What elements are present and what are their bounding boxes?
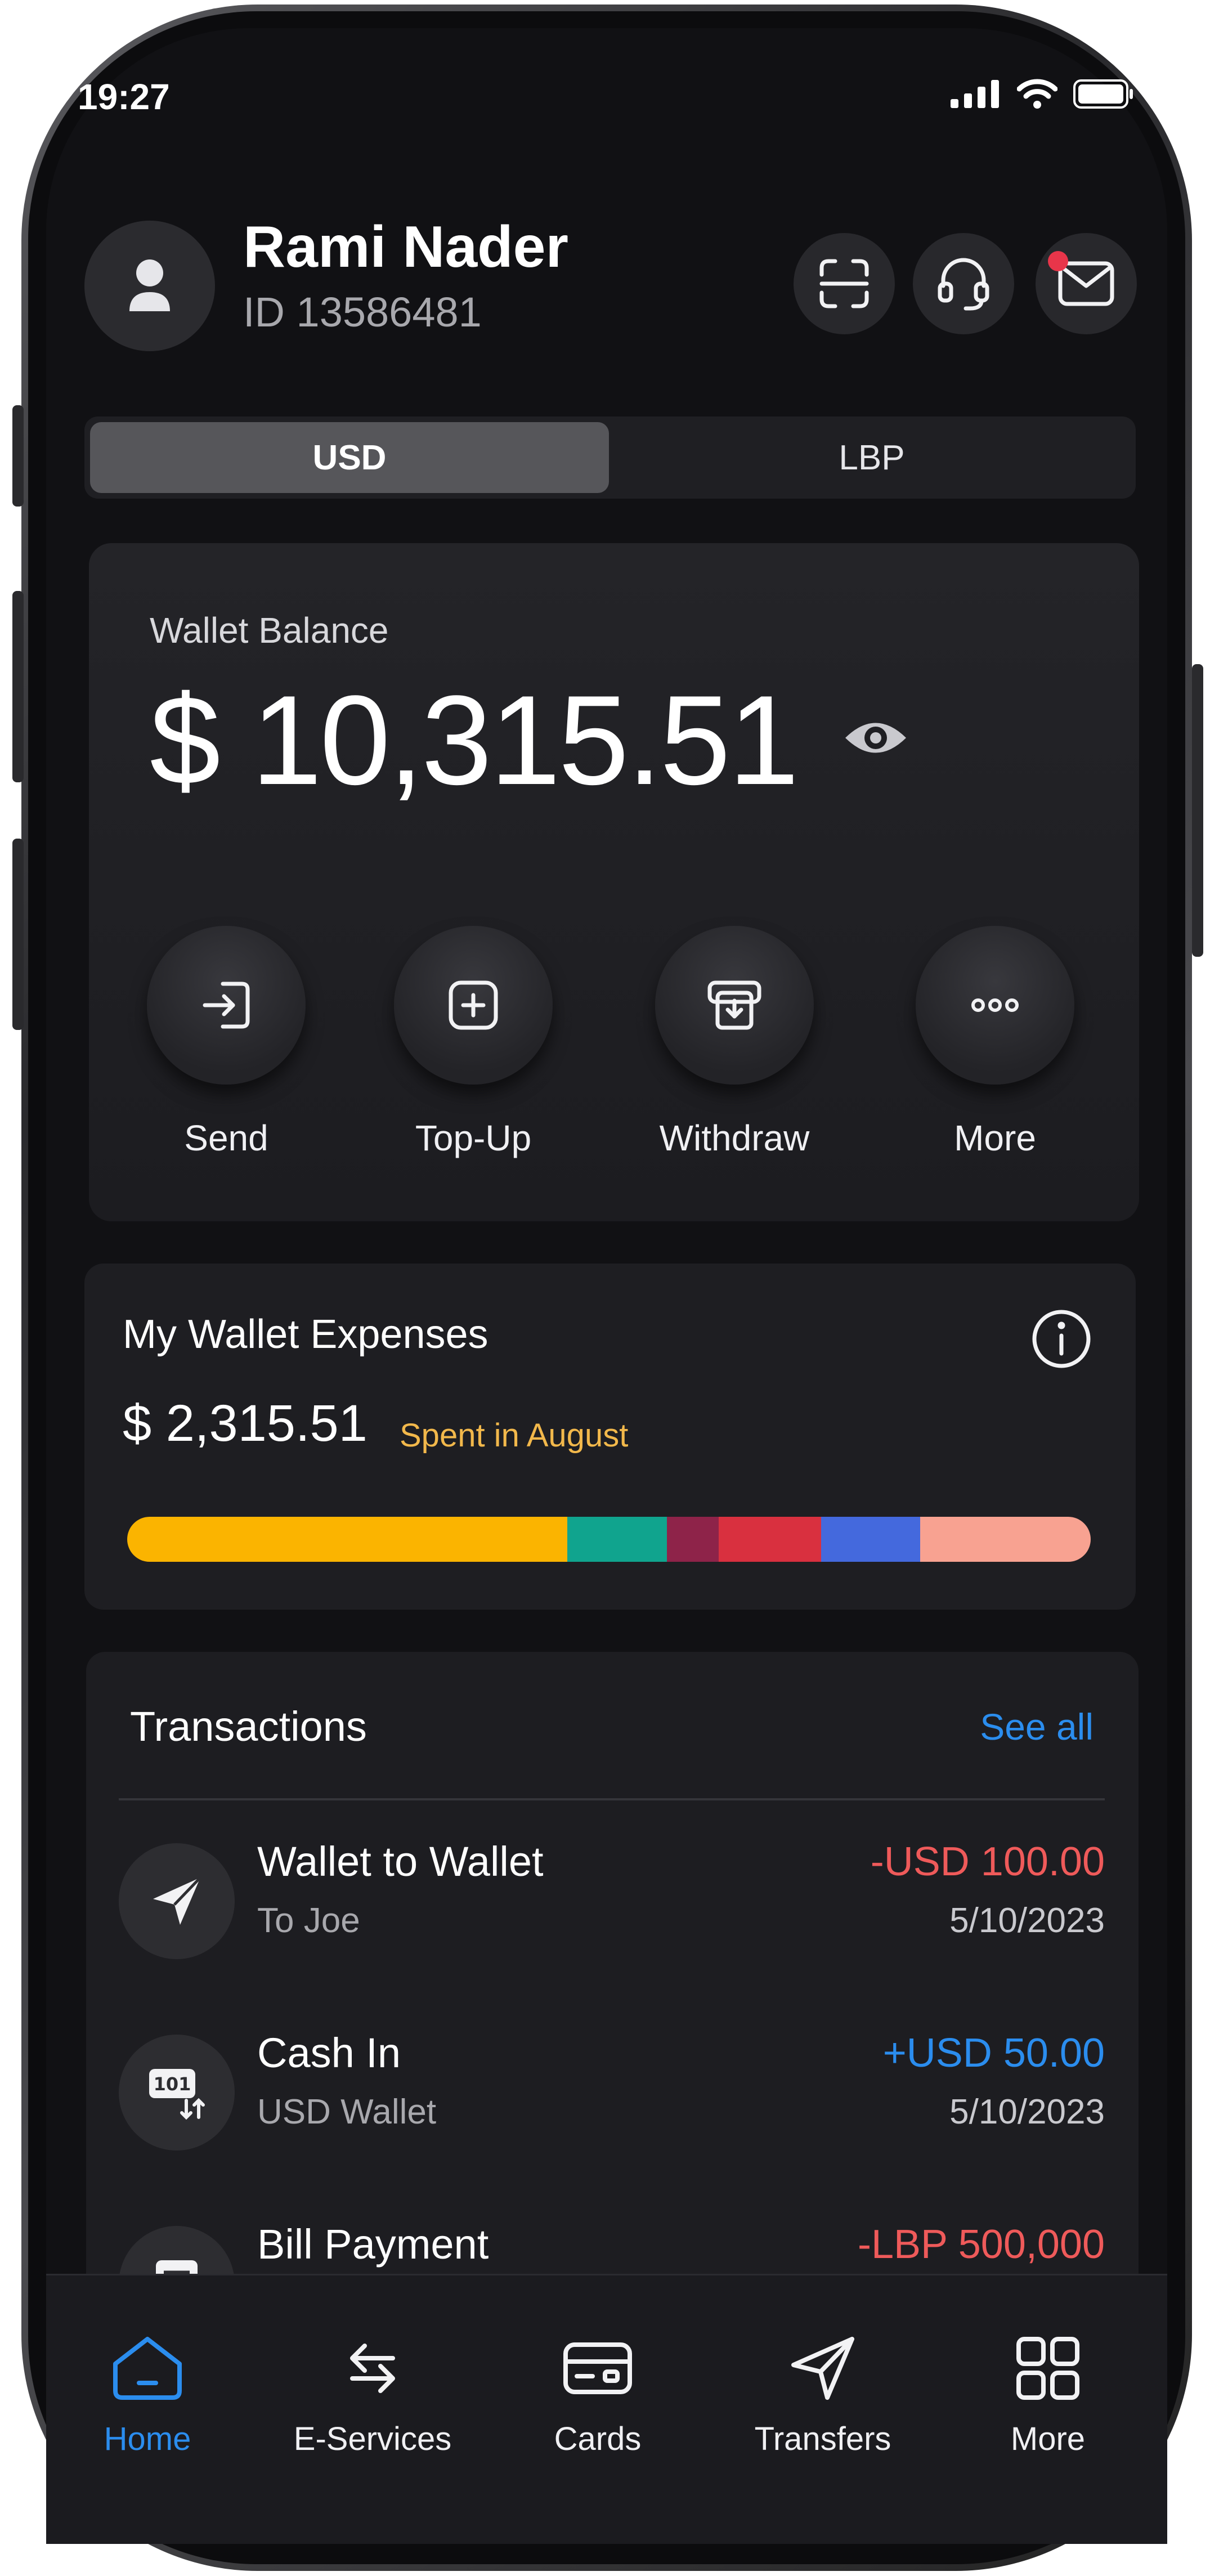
transaction-amount: -LBP 500,000 <box>857 2222 1105 2267</box>
svg-text:101: 101 <box>154 2073 191 2095</box>
transaction-date: 5/10/2023 <box>949 1901 1105 1940</box>
headset-icon <box>938 258 989 311</box>
nav-more[interactable]: More <box>941 2329 1155 2458</box>
avatar[interactable] <box>84 221 215 351</box>
nav-cards[interactable]: Cards <box>491 2329 705 2458</box>
eye-icon <box>845 723 906 753</box>
transaction-date: 5/10/2023 <box>949 2093 1105 2131</box>
nav-cards-label: Cards <box>554 2421 642 2457</box>
wallet-balance-amount: $ 10,315.51 <box>150 669 799 811</box>
nav-cards-icon-wrap <box>558 2329 637 2408</box>
transaction-icon <box>119 1843 235 1959</box>
scan-icon <box>819 259 869 308</box>
see-all-link[interactable]: See all <box>980 1705 1094 1748</box>
status-icons <box>951 79 1134 109</box>
topup-action[interactable]: Top-Up <box>372 926 575 1159</box>
transaction-amount: +USD 50.00 <box>882 2031 1105 2076</box>
nav-home[interactable]: Home <box>41 2329 254 2458</box>
phone-side-button <box>12 839 24 1030</box>
nav-transfers-icon-wrap <box>783 2329 862 2408</box>
nav-home-label: Home <box>104 2421 191 2457</box>
expense-segment <box>719 1517 821 1562</box>
expense-segment <box>127 1517 568 1562</box>
phone-side-button <box>12 405 24 507</box>
transaction-subtitle: USD Wallet <box>257 2093 437 2131</box>
toggle-balance-visibility[interactable] <box>843 705 908 770</box>
bottom-navigation: Home E-Services Cards Transfers More <box>46 2274 1167 2544</box>
topup-button[interactable] <box>394 926 553 1085</box>
withdraw-label: Withdraw <box>659 1118 810 1158</box>
scan-button[interactable] <box>794 233 895 334</box>
transactions-title: Transactions <box>130 1703 367 1750</box>
more-label: More <box>954 1118 1036 1158</box>
battery-icon <box>1073 79 1133 109</box>
more-action[interactable]: More <box>894 926 1096 1159</box>
tab-lbp[interactable]: LBP <box>613 422 1130 493</box>
tab-usd[interactable]: USD <box>90 422 609 493</box>
expenses-breakdown-bar <box>127 1517 1091 1562</box>
transaction-subtitle: To Joe <box>257 1901 360 1940</box>
wifi-icon <box>1017 79 1057 109</box>
user-name: Rami Nader <box>243 214 568 280</box>
support-button[interactable] <box>913 233 1014 334</box>
phone-side-button <box>12 591 24 782</box>
nav-eservices[interactable]: E-Services <box>266 2329 479 2458</box>
signal-icon <box>951 80 999 108</box>
paper-plane-icon <box>791 2337 854 2400</box>
transaction-amount: -USD 100.00 <box>870 1839 1105 1884</box>
info-icon[interactable] <box>1031 1309 1092 1369</box>
nav-more-label: More <box>1010 2421 1086 2457</box>
phone-side-button <box>1192 664 1203 957</box>
notification-badge <box>1048 251 1068 271</box>
nav-transfers[interactable]: Transfers <box>716 2329 930 2458</box>
user-icon <box>129 259 170 311</box>
transaction-row[interactable]: Wallet to Wallet To Joe -USD 100.00 5/10… <box>119 1826 1105 1959</box>
user-id: ID 13586481 <box>243 289 482 335</box>
wallet-expenses-card[interactable]: My Wallet Expenses $ 2,315.51 Spent in A… <box>84 1264 1136 1610</box>
expense-segment <box>567 1517 667 1562</box>
home-icon <box>113 2337 182 2400</box>
more-dots-icon <box>971 998 1019 1012</box>
cash-in-icon: 101 <box>149 2069 205 2120</box>
exchange-arrows-icon <box>350 2344 395 2393</box>
messages-button[interactable] <box>1036 233 1137 334</box>
transaction-icon: 101 <box>119 2035 235 2151</box>
transaction-name: Cash In <box>257 2030 401 2076</box>
withdraw-action[interactable]: Withdraw <box>633 926 836 1159</box>
atm-withdraw-icon <box>707 980 761 1030</box>
card-icon <box>563 2342 632 2394</box>
send-in-icon <box>203 982 250 1029</box>
divider <box>119 1798 1105 1800</box>
plus-square-icon <box>449 980 498 1030</box>
send-label: Send <box>184 1118 268 1158</box>
currency-toggle: USD LBP <box>84 416 1136 499</box>
expense-segment <box>821 1517 920 1562</box>
nav-eservices-label: E-Services <box>293 2421 452 2457</box>
expenses-title: My Wallet Expenses <box>123 1312 489 1357</box>
grid-icon <box>1016 2337 1079 2400</box>
expenses-amount: $ 2,315.51 <box>123 1395 368 1452</box>
withdraw-button[interactable] <box>655 926 814 1085</box>
paper-plane-icon <box>153 1876 201 1925</box>
more-actions-button[interactable] <box>916 926 1074 1085</box>
nav-home-icon-wrap <box>108 2329 187 2408</box>
transaction-name: Wallet to Wallet <box>257 1838 544 1885</box>
send-action[interactable]: Send <box>125 926 328 1159</box>
wallet-balance-label: Wallet Balance <box>150 610 389 651</box>
send-button[interactable] <box>147 926 306 1085</box>
nav-eservices-icon-wrap <box>333 2329 412 2408</box>
transaction-name: Bill Payment <box>257 2221 489 2268</box>
status-time: 19:27 <box>78 77 170 117</box>
topup-label: Top-Up <box>415 1118 532 1158</box>
transaction-row[interactable]: 101 Cash In USD Wallet +USD 50.00 5/10/2… <box>119 2018 1105 2151</box>
expense-segment <box>920 1517 1091 1562</box>
wallet-card: Wallet Balance $ 10,315.51 Send Top-Up W… <box>89 543 1139 1221</box>
expenses-period: Spent in August <box>400 1417 629 1454</box>
nav-more-icon-wrap <box>1009 2329 1087 2408</box>
nav-transfers-label: Transfers <box>754 2421 891 2457</box>
expense-segment <box>666 1517 719 1562</box>
